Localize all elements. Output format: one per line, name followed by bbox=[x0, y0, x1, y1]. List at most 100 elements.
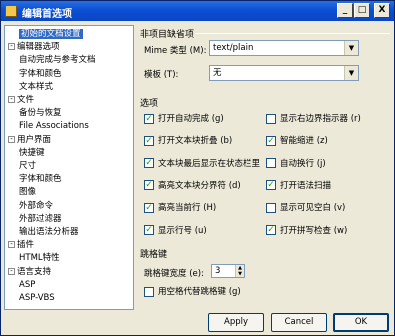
option-checkbox[interactable]: ✓ 打开拼写检查 (w) bbox=[266, 225, 347, 238]
tree-item[interactable]: 外部过滤器 bbox=[8, 213, 62, 226]
tree-item[interactable]: 快捷键 bbox=[19, 147, 45, 160]
option-checkbox[interactable]: ✓ 高亮文本块分界符 (d) bbox=[144, 180, 241, 193]
option-checkbox[interactable]: 显示可见空白 (v) bbox=[266, 202, 345, 215]
template-combo[interactable]: 无 ▼ bbox=[209, 65, 359, 81]
checkmark-icon[interactable]: ✓ bbox=[144, 225, 154, 235]
tree-item-label: 输出语法分析器 bbox=[19, 227, 79, 237]
tree-item[interactable]: - 文件 bbox=[8, 94, 34, 107]
tabs-group-title: 跳格键 bbox=[140, 250, 168, 260]
checkmark-icon[interactable]: ✓ bbox=[266, 135, 276, 146]
option-label: 文本块最后显示在状态栏里 bbox=[158, 158, 261, 169]
option-checkbox[interactable]: ✓ 智能缩进 (z) bbox=[266, 135, 328, 148]
option-checkbox[interactable]: ✓ 打开自动完成 (g) bbox=[144, 113, 224, 126]
apply-button[interactable]: Apply bbox=[208, 313, 264, 332]
checkbox-box[interactable] bbox=[266, 113, 276, 124]
tree-item[interactable]: 尺寸 bbox=[19, 160, 36, 173]
ok-button[interactable]: OK bbox=[333, 313, 389, 332]
maximize-button[interactable]: □ bbox=[354, 3, 370, 18]
tree-item[interactable]: 字体和颜色 bbox=[19, 68, 62, 81]
mime-type-combo[interactable]: text/plain ▼ bbox=[209, 40, 359, 56]
tree-item[interactable]: ASP bbox=[19, 279, 35, 292]
tree-item[interactable]: - 语言支持 bbox=[8, 266, 51, 279]
checkbox-box[interactable] bbox=[144, 286, 154, 297]
option-label: 打开文本块折叠 (b) bbox=[158, 136, 233, 147]
tree-item[interactable]: 输出语法分析器 bbox=[8, 226, 79, 239]
tree-item-label: 插件 bbox=[17, 240, 35, 251]
tree-item[interactable]: - 用户界面 bbox=[8, 134, 51, 147]
minimize-button[interactable]: _ bbox=[337, 3, 353, 18]
tree-item-label: 外部命令 bbox=[19, 200, 54, 211]
option-checkbox[interactable]: 自动换行 (j) bbox=[266, 158, 326, 171]
tree-item-label: 文件 bbox=[17, 95, 35, 105]
tree-item[interactable]: - 编辑器选项 bbox=[8, 41, 60, 54]
tree-item[interactable]: File Associations bbox=[19, 120, 89, 133]
checkmark-icon[interactable]: ✓ bbox=[144, 202, 154, 213]
tree-expander-icon[interactable]: - bbox=[8, 96, 15, 103]
tree-item-label: 图像 bbox=[19, 187, 37, 198]
mime-type-label: Mime 类型 (M): bbox=[144, 46, 207, 56]
category-tree[interactable]: 初始的文档设置 - 编辑器选项 自动完成与参考文档 字体和颜色 文本样式 - 文件 备份与恢复 F… bbox=[4, 25, 134, 310]
tree-item[interactable]: 备份与恢复 bbox=[19, 107, 62, 120]
tree-item-label: File Associations bbox=[19, 121, 89, 132]
title-bar[interactable]: 编辑首选项 _ □ X bbox=[1, 1, 394, 21]
tree-item-label: 字体和颜色 bbox=[19, 174, 62, 185]
option-checkbox[interactable]: ✓ 文本块最后显示在状态栏里 bbox=[144, 158, 260, 171]
tab-width-spinner[interactable]: 3 ▲ ▼ bbox=[211, 264, 245, 278]
tab-width-value: 3 bbox=[215, 266, 221, 276]
checkmark-icon[interactable]: ✓ bbox=[144, 158, 154, 169]
tree-item-label: ASP bbox=[19, 279, 36, 290]
option-label: 显示右边界指示器 (r) bbox=[280, 114, 361, 124]
tree-item-label: 自动完成与参考文档 bbox=[19, 55, 96, 66]
tree-item[interactable]: 图像 bbox=[8, 186, 36, 199]
cancel-button[interactable]: Cancel bbox=[271, 313, 327, 332]
tab-width-label: 跳格键宽度 (e): bbox=[144, 269, 204, 279]
checkbox-box[interactable] bbox=[266, 202, 276, 213]
checkmark-icon[interactable]: ✓ bbox=[144, 113, 154, 124]
option-label: 打开拼写检查 (w) bbox=[280, 225, 348, 236]
window-title: 编辑首选项 bbox=[22, 9, 72, 20]
tree-item[interactable]: HTML特性 bbox=[19, 252, 60, 265]
option-checkbox[interactable]: ✓ 高亮当前行 (H) bbox=[144, 202, 216, 215]
option-label: 高亮当前行 (H) bbox=[158, 203, 217, 214]
option-checkbox[interactable]: ✓ 打开文本块折叠 (b) bbox=[144, 135, 232, 148]
tree-item-label: 语言支持 bbox=[17, 266, 52, 277]
use-spaces-checkbox[interactable]: 用空格代替跳格键 (g) bbox=[144, 286, 241, 299]
tree-expander-icon[interactable]: - bbox=[8, 43, 15, 51]
tree-expander-icon[interactable]: - bbox=[8, 267, 15, 275]
option-label: 显示行号 (u) bbox=[158, 225, 207, 236]
close-button[interactable]: X bbox=[374, 3, 390, 18]
tree-item-label: HTML特性 bbox=[19, 253, 60, 264]
tree-item[interactable]: 初始的文档设置 bbox=[8, 28, 83, 41]
option-label: 打开语法扫描 bbox=[280, 180, 332, 191]
tree-item[interactable]: 外部命令 bbox=[8, 200, 53, 213]
option-label: 高亮文本块分界符 (d) bbox=[158, 180, 241, 191]
tree-item-label: ASP-VBS bbox=[19, 293, 55, 303]
tree-item[interactable]: ASP-VBS bbox=[19, 292, 55, 305]
spinner-arrows-icon[interactable]: ▲ ▼ bbox=[235, 265, 244, 277]
tree-item[interactable]: 自动完成与参考文档 bbox=[19, 54, 96, 67]
tree-expander-icon[interactable]: - bbox=[8, 241, 15, 249]
option-label: 显示可见空白 (v) bbox=[280, 203, 346, 214]
tree-item-label: 快捷键 bbox=[19, 147, 45, 158]
checkbox-box[interactable] bbox=[266, 158, 276, 169]
tree-item[interactable]: 字体和颜色 bbox=[19, 173, 62, 186]
tree-item-label: 文本样式 bbox=[19, 81, 54, 92]
option-checkbox[interactable]: ✓ 显示行号 (u) bbox=[144, 225, 207, 238]
tree-item[interactable]: - 插件 bbox=[8, 239, 34, 252]
checkmark-icon[interactable]: ✓ bbox=[266, 180, 276, 191]
chevron-down-icon[interactable]: ▼ bbox=[344, 41, 358, 55]
option-checkbox[interactable]: ✓ 打开语法扫描 bbox=[266, 180, 331, 193]
tree-item-label: 初始的文档设置 bbox=[19, 29, 83, 39]
checkmark-icon[interactable]: ✓ bbox=[144, 135, 154, 146]
tree-expander-icon[interactable]: - bbox=[8, 135, 15, 143]
option-checkbox[interactable]: 显示右边界指示器 (r) bbox=[266, 113, 361, 126]
use-spaces-label: 用空格代替跳格键 (g) bbox=[158, 287, 241, 297]
chevron-down-icon[interactable]: ▼ bbox=[344, 66, 358, 80]
tree-item-label: 编辑器选项 bbox=[17, 42, 60, 53]
group-divider bbox=[195, 33, 390, 34]
tree-item-label: 尺寸 bbox=[19, 161, 37, 171]
checkmark-icon[interactable]: ✓ bbox=[266, 225, 276, 235]
template-label: 模板 (T): bbox=[144, 70, 179, 80]
tree-item[interactable]: 文本样式 bbox=[19, 81, 53, 94]
checkmark-icon[interactable]: ✓ bbox=[144, 180, 154, 191]
